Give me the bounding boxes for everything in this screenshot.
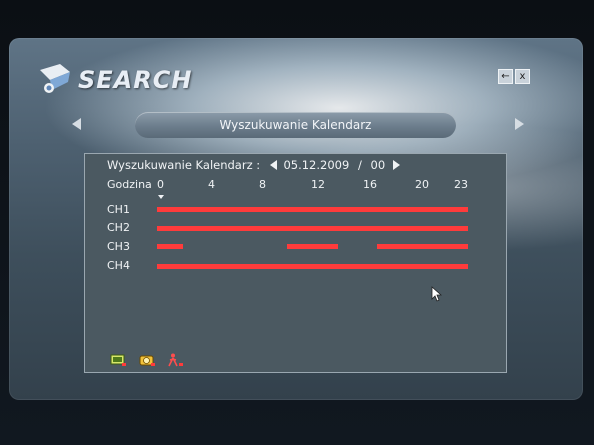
date-next-arrow-icon[interactable] bbox=[392, 159, 400, 170]
channel-label: CH3 bbox=[107, 240, 130, 253]
recording-segment[interactable] bbox=[377, 244, 468, 249]
hour-tick: 4 bbox=[208, 178, 215, 191]
calendar-hour[interactable]: 00 bbox=[371, 158, 386, 172]
channel-label: CH2 bbox=[107, 221, 130, 234]
hour-tick: 8 bbox=[259, 178, 266, 191]
close-button[interactable]: x bbox=[515, 69, 530, 84]
nav-next-arrow-icon[interactable] bbox=[515, 118, 524, 130]
hour-tick: 12 bbox=[311, 178, 325, 191]
mouse-cursor-icon bbox=[431, 286, 442, 302]
monitor-icon bbox=[110, 354, 126, 366]
hour-label: Godzina bbox=[107, 178, 152, 191]
recording-segment[interactable] bbox=[157, 207, 468, 212]
calendar-header: Wyszukuwanie Kalendarz : 05.12.2009 / 00 bbox=[107, 158, 400, 174]
recording-segment[interactable] bbox=[157, 264, 468, 269]
hour-tick: 23 bbox=[454, 178, 468, 191]
search-logo-icon bbox=[40, 64, 70, 93]
hour-tick: 20 bbox=[415, 178, 429, 191]
date-prev-arrow-icon[interactable] bbox=[269, 159, 277, 170]
date-separator: / bbox=[357, 158, 362, 172]
channel-label: CH1 bbox=[107, 203, 130, 216]
recording-segment[interactable] bbox=[157, 244, 183, 249]
recording-segment[interactable] bbox=[157, 226, 468, 231]
back-button[interactable]: ← bbox=[498, 69, 513, 84]
nav-label: Wyszukuwanie Kalendarz bbox=[219, 118, 372, 132]
calendar-date[interactable]: 05.12.2009 bbox=[283, 158, 349, 172]
alarm-icon bbox=[139, 355, 155, 366]
hour-tick: 16 bbox=[363, 178, 377, 191]
motion-icon bbox=[168, 353, 183, 367]
channel-label: CH4 bbox=[107, 259, 130, 272]
window-title: SEARCH bbox=[78, 66, 193, 94]
hour-tick: 0 bbox=[157, 178, 164, 191]
time-marker-icon bbox=[158, 195, 164, 199]
nav-prev-arrow-icon[interactable] bbox=[72, 118, 81, 130]
recording-segment[interactable] bbox=[286, 244, 339, 249]
calendar-header-label: Wyszukuwanie Kalendarz : bbox=[107, 158, 261, 172]
